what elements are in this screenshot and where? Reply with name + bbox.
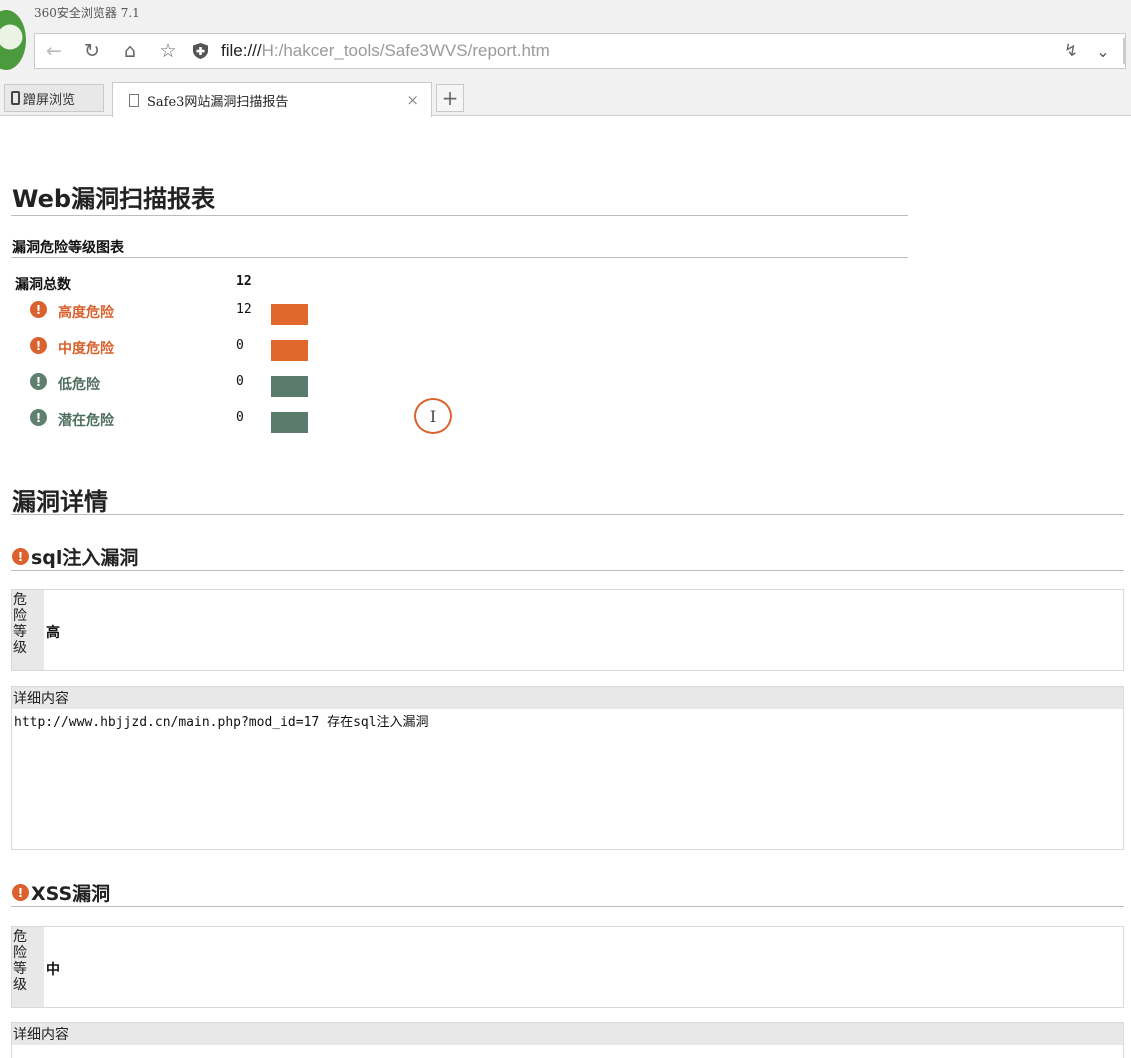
stat-row-total: 漏洞总数 12: [0, 270, 400, 296]
level-count: 0: [236, 338, 244, 353]
page-icon: [129, 93, 139, 107]
level-box: 危险等级 高: [11, 589, 1124, 671]
vuln-title: ! XSS漏洞: [12, 879, 110, 906]
level-label: 中度危险: [58, 341, 114, 357]
chevron-down-icon[interactable]: ⌄: [1091, 34, 1115, 68]
detail-head: 详细内容: [12, 687, 1123, 709]
reload-icon[interactable]: ↻: [77, 34, 107, 68]
detail-box: 详细内容 http://www.hbjjzd.cn/main.php?mod_i…: [11, 686, 1124, 850]
browser-title: 360安全浏览器 7.1: [34, 6, 140, 20]
level-count: 12: [236, 302, 252, 317]
new-tab-button[interactable]: +: [436, 84, 464, 112]
side-tab-label: 蹭屏浏览: [23, 92, 76, 108]
detail-box: 详细内容: [11, 1022, 1124, 1058]
bolt-icon[interactable]: ↯: [1059, 34, 1083, 68]
shield-icon[interactable]: [193, 43, 208, 59]
report-title: Web漏洞扫描报表: [12, 185, 216, 213]
address-bar-divider: [1123, 38, 1125, 64]
stat-row-low: ! 低危险 0: [0, 370, 400, 397]
vuln-title-text: sql注入漏洞: [31, 547, 139, 569]
vuln-title-text: XSS漏洞: [31, 883, 111, 905]
stat-row-high: ! 高度危险 12: [0, 298, 400, 325]
tab-strip: 蹭屏浏览 Safe3网站漏洞扫描报告 × +: [0, 80, 1131, 117]
url-input[interactable]: file:///H:/hakcer_tools/Safe3WVS/report.…: [221, 41, 550, 61]
tab-side-browse[interactable]: 蹭屏浏览: [4, 84, 104, 112]
level-label: 低危险: [58, 377, 100, 393]
total-label: 漏洞总数: [15, 277, 71, 293]
level-bar: [271, 304, 308, 325]
page-content: Web漏洞扫描报表 漏洞危险等级图表 漏洞总数 12 ! 高度危险 12 ! 中…: [0, 117, 1131, 1058]
chart-heading: 漏洞危险等级图表: [12, 240, 124, 256]
level-key-text: 危险等级: [13, 929, 27, 993]
level-key-text: 危险等级: [13, 592, 27, 656]
vuln-divider: [11, 906, 1124, 907]
level-key: 危险等级: [12, 927, 44, 1007]
close-tab-icon[interactable]: ×: [406, 91, 419, 109]
level-label: 潜在危险: [58, 413, 114, 429]
title-divider: [11, 215, 908, 216]
warning-icon: !: [30, 301, 47, 318]
url-path: H:/hakcer_tools/Safe3WVS/report.htm: [261, 41, 550, 60]
level-bar: [271, 412, 308, 433]
level-bar: [271, 340, 308, 361]
browser-logo-icon[interactable]: [0, 10, 26, 70]
home-icon[interactable]: ⌂: [115, 34, 145, 68]
star-icon[interactable]: ☆: [153, 34, 183, 68]
details-divider: [11, 514, 1124, 515]
level-bar: [271, 376, 308, 397]
level-count: 0: [236, 374, 244, 389]
back-arrow-icon[interactable]: ←: [39, 34, 69, 68]
detail-head: 详细内容: [12, 1023, 1123, 1045]
total-count: 12: [236, 274, 252, 289]
address-bar: ← ↻ ⌂ ☆ file:///H:/hakcer_tools/Safe3WVS…: [34, 33, 1126, 69]
stat-row-potential: ! 潜在危险 0: [0, 406, 400, 433]
phone-icon: [11, 91, 20, 105]
chart-divider: [11, 257, 908, 258]
url-scheme: file:///: [221, 41, 262, 60]
text-cursor-icon: I: [414, 398, 452, 434]
warning-icon: !: [30, 373, 47, 390]
level-count: 0: [236, 410, 244, 425]
stat-row-medium: ! 中度危险 0: [0, 334, 400, 361]
active-tab-label: Safe3网站漏洞扫描报告: [147, 94, 289, 110]
detail-text[interactable]: http://www.hbjjzd.cn/main.php?mod_id=17 …: [14, 711, 429, 730]
level-box: 危险等级 中: [11, 926, 1124, 1008]
warning-icon: !: [30, 337, 47, 354]
vuln-title: ! sql注入漏洞: [12, 543, 138, 570]
tab-report[interactable]: Safe3网站漏洞扫描报告 ×: [112, 82, 432, 117]
level-label: 高度危险: [58, 305, 114, 321]
vuln-divider: [11, 570, 1124, 571]
level-key: 危险等级: [12, 590, 44, 670]
browser-chrome: 360安全浏览器 7.1 ← ↻ ⌂ ☆ file:///H:/hakcer_t…: [0, 0, 1131, 117]
warning-icon: !: [12, 548, 29, 565]
level-value: 高: [46, 625, 60, 641]
details-title: 漏洞详情: [12, 488, 108, 516]
warning-icon: !: [12, 884, 29, 901]
level-value: 中: [46, 962, 60, 978]
warning-icon: !: [30, 409, 47, 426]
